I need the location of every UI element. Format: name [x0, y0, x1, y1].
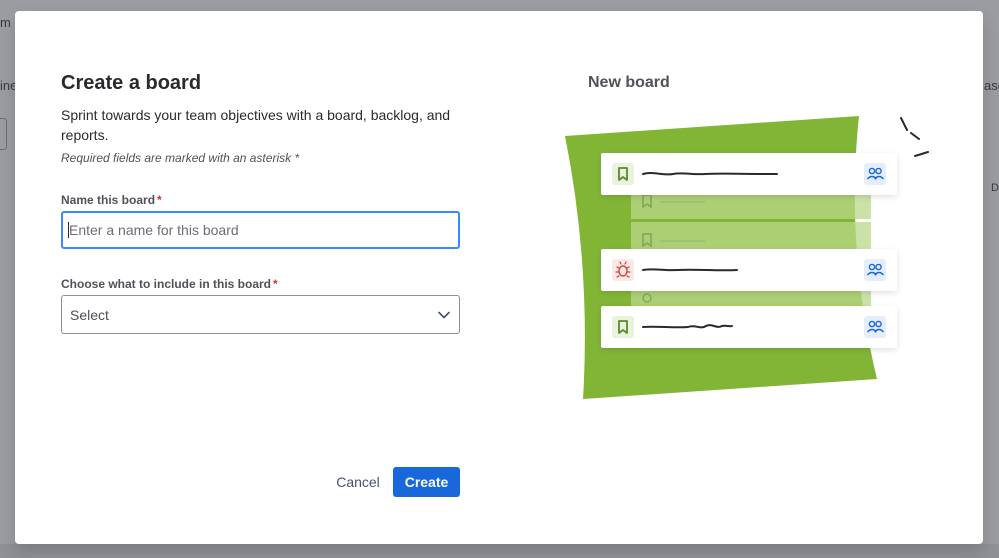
required-asterisk: *: [157, 193, 162, 207]
preview-title: New board: [588, 74, 670, 91]
create-board-modal: Create a board Sprint towards your team …: [15, 11, 983, 544]
include-label: Choose what to include in this board *: [61, 277, 278, 291]
bookmark-icon: [611, 162, 635, 186]
required-asterisk: *: [273, 277, 278, 291]
background-control: [0, 118, 7, 150]
cancel-button[interactable]: Cancel: [323, 467, 393, 497]
background-text-fragment: m: [0, 15, 11, 30]
background-text-fragment: D: [991, 182, 999, 194]
people-icon: [863, 258, 887, 282]
people-icon: [863, 315, 887, 339]
background-text-fragment: ase: [984, 78, 999, 93]
text-cursor: [68, 222, 69, 238]
people-icon: [863, 162, 887, 186]
bookmark-icon: [611, 315, 635, 339]
board-preview-illustration: [565, 116, 929, 399]
background-strip: [0, 544, 999, 558]
required-fields-note: Required fields are marked with an aster…: [61, 151, 300, 165]
modal-description: Sprint towards your team objectives with…: [61, 107, 451, 143]
bug-icon: [612, 259, 634, 281]
include-label-text: Choose what to include in this board: [61, 277, 272, 291]
chevron-down-icon: [437, 308, 451, 322]
board-name-label-text: Name this board: [61, 193, 156, 207]
include-select[interactable]: Select: [61, 295, 460, 334]
board-name-label: Name this board *: [61, 193, 162, 207]
board-name-input[interactable]: [61, 211, 460, 249]
create-button[interactable]: Create: [393, 467, 460, 497]
include-select-value: Select: [70, 306, 109, 323]
modal-title: Create a board: [61, 72, 202, 94]
